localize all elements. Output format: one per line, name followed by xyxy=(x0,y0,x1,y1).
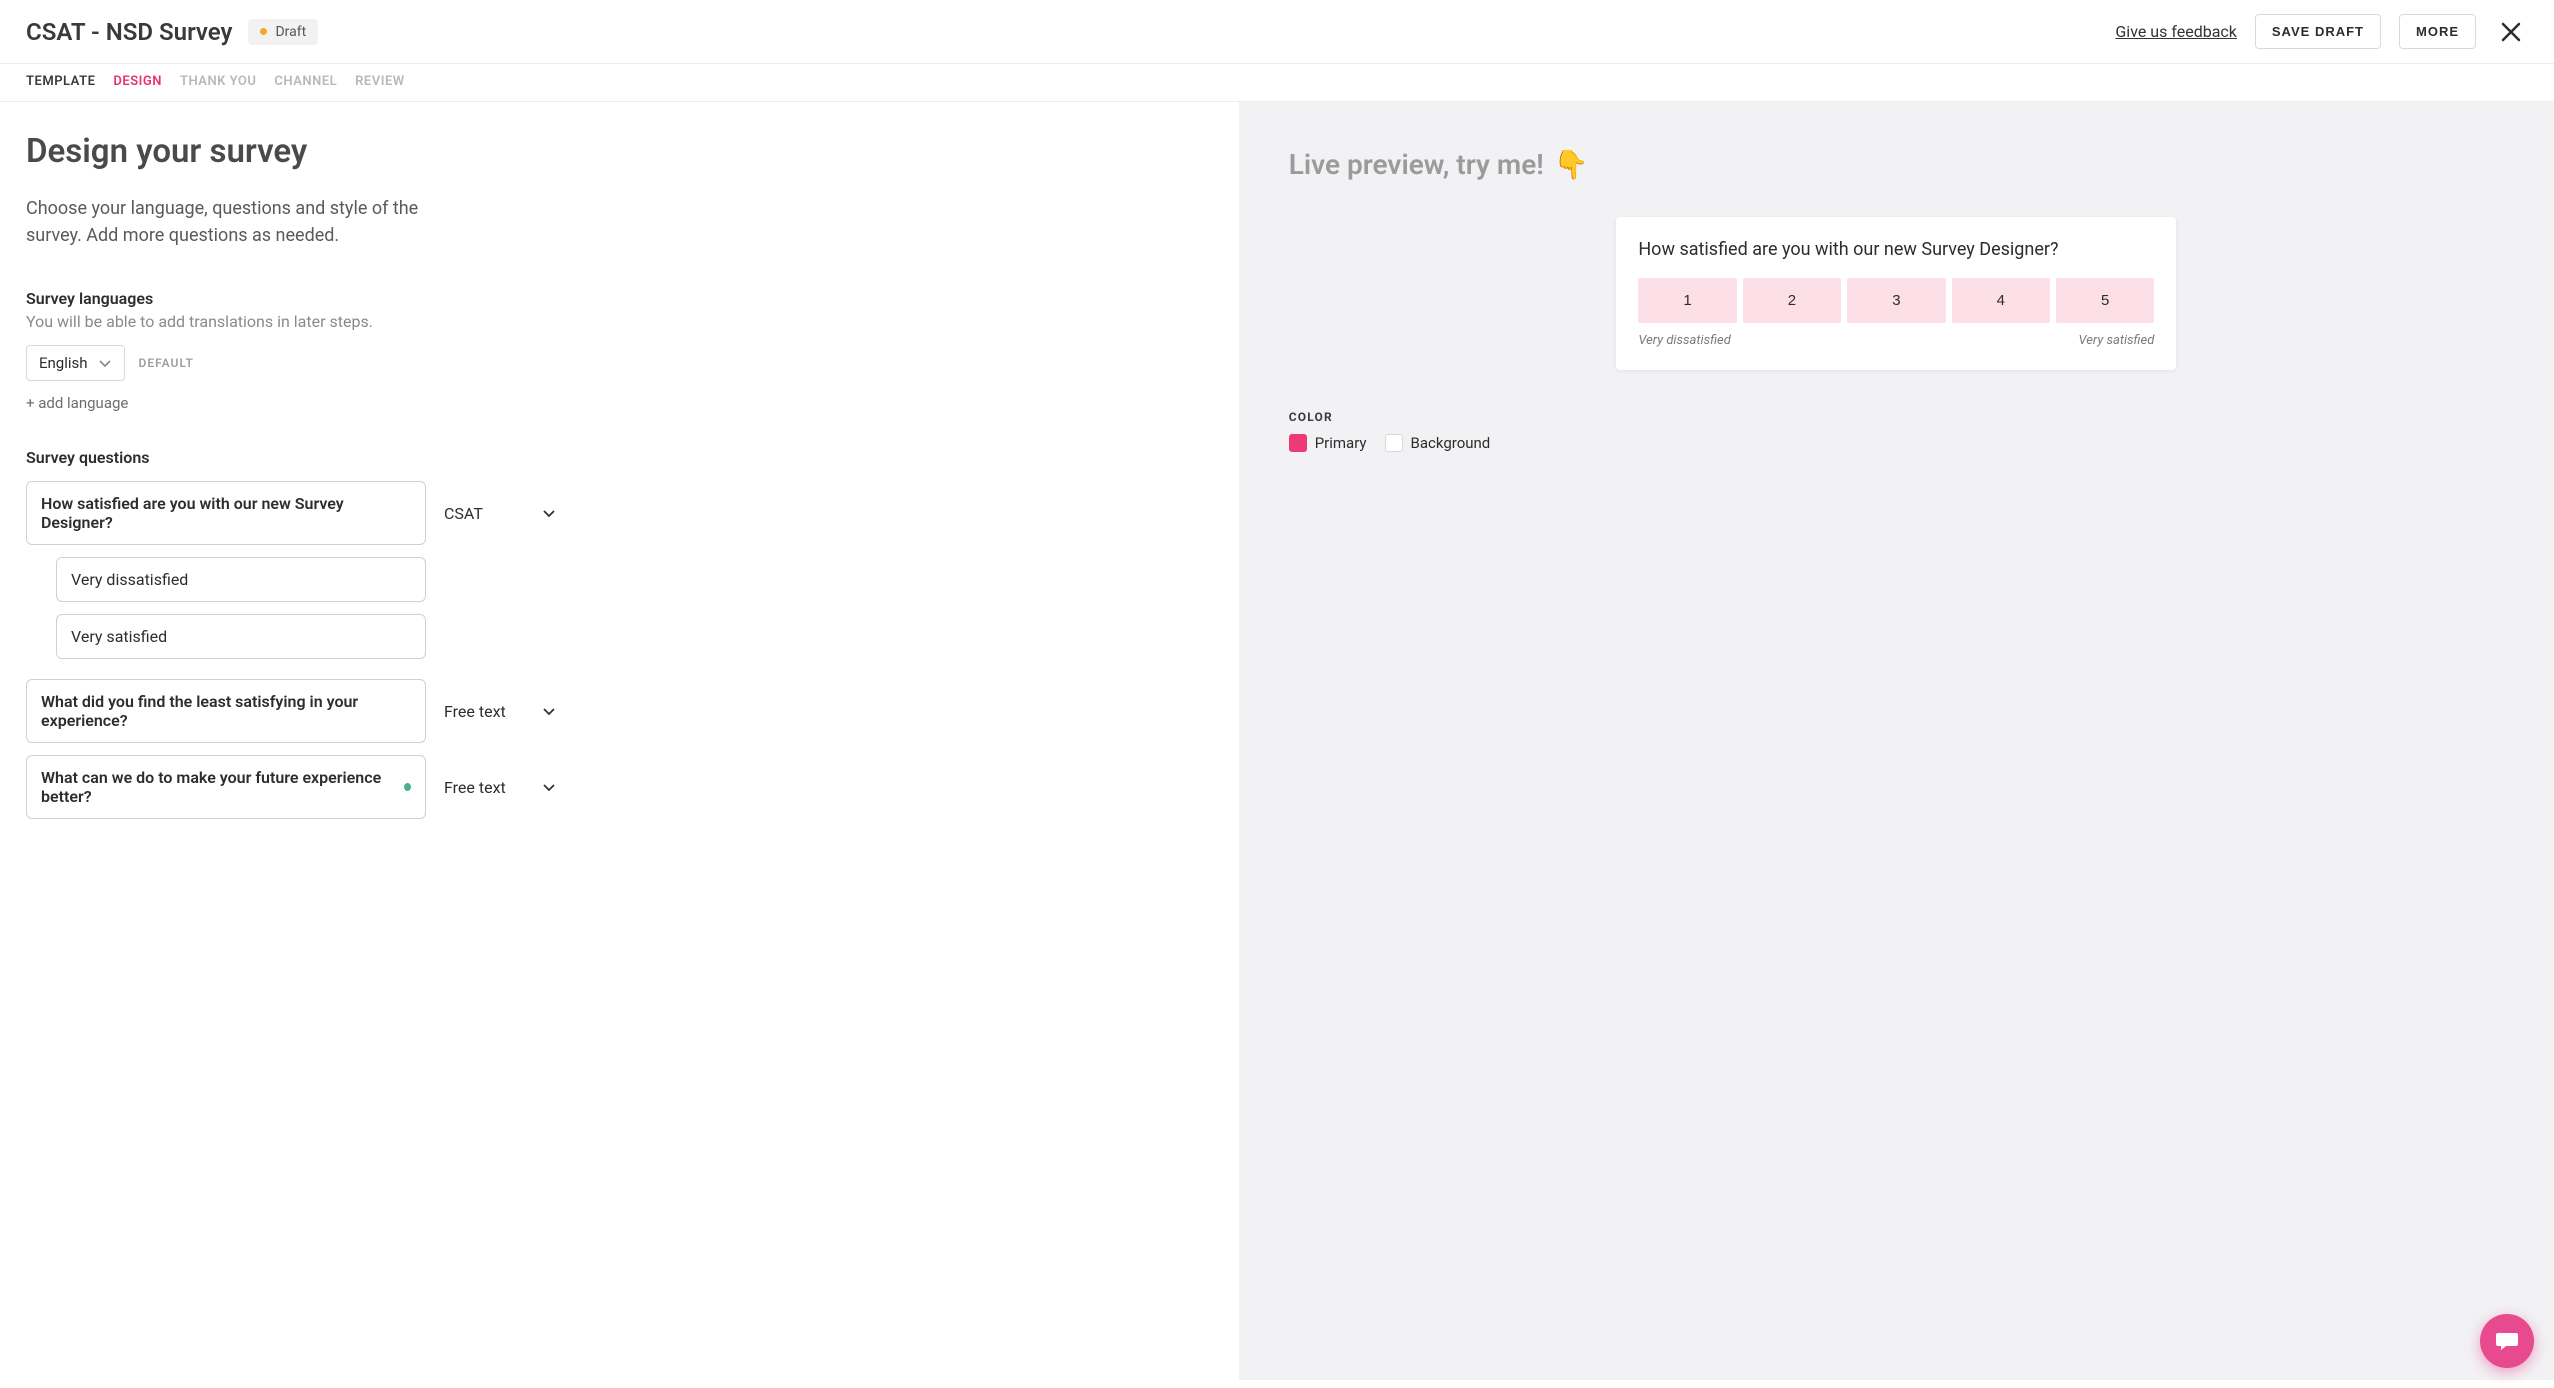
color-background-label: Background xyxy=(1411,434,1491,452)
survey-title: CSAT - NSD Survey xyxy=(26,18,232,46)
default-tag: DEFAULT xyxy=(139,356,194,370)
swatch-primary-icon xyxy=(1289,434,1307,452)
tab-channel[interactable]: CHANNEL xyxy=(274,74,337,89)
question-type-3: Free text xyxy=(444,778,506,797)
language-selected: English xyxy=(39,354,88,372)
question-type-1: CSAT xyxy=(444,504,483,523)
header-bar: CSAT - NSD Survey Draft Give us feedback… xyxy=(0,0,2554,64)
rating-labels: Very dissatisfied Very satisfied xyxy=(1638,333,2154,348)
chat-fab[interactable] xyxy=(2480,1314,2534,1368)
color-heading: COLOR xyxy=(1289,410,1491,424)
page-title: Design your survey xyxy=(26,132,1189,171)
tabs-bar: TEMPLATE DESIGN THANK YOU CHANNEL REVIEW xyxy=(0,64,2554,102)
question-input-2[interactable]: What did you find the least satisfying i… xyxy=(26,679,426,743)
header-right: Give us feedback SAVE DRAFT MORE xyxy=(2115,14,2528,49)
page-description: Choose your language, questions and styl… xyxy=(26,195,446,249)
questions-label: Survey questions xyxy=(26,448,1189,467)
color-background[interactable]: Background xyxy=(1385,434,1491,452)
point-down-icon: 👇 xyxy=(1554,148,1589,181)
swatch-background-icon xyxy=(1385,434,1403,452)
tab-thank-you[interactable]: THANK YOU xyxy=(180,74,256,89)
rating-label-high: Very satisfied xyxy=(2079,333,2155,348)
question-text-3: What can we do to make your future exper… xyxy=(41,768,398,806)
question-type-2: Free text xyxy=(444,702,506,721)
question-row-1: How satisfied are you with our new Surve… xyxy=(26,481,1189,545)
active-dot-icon xyxy=(404,783,411,791)
rating-button-1[interactable]: 1 xyxy=(1638,278,1736,323)
languages-label: Survey languages xyxy=(26,289,1189,308)
language-row: English DEFAULT xyxy=(26,345,1189,381)
scale-high-row: Very satisfied xyxy=(56,614,1189,659)
close-button[interactable] xyxy=(2494,15,2528,49)
scale-low-row: Very dissatisfied xyxy=(56,557,1189,602)
scale-high-input[interactable]: Very satisfied xyxy=(56,614,426,659)
chat-icon xyxy=(2494,1328,2520,1354)
preview-title-text: Live preview, try me! xyxy=(1289,148,1544,181)
question-text-2: What did you find the least satisfying i… xyxy=(41,692,358,730)
feedback-link[interactable]: Give us feedback xyxy=(2115,22,2236,41)
rating-button-2[interactable]: 2 xyxy=(1743,278,1841,323)
chevron-down-icon xyxy=(542,506,556,520)
design-panel: Design your survey Choose your language,… xyxy=(0,102,1239,1380)
tab-review[interactable]: REVIEW xyxy=(355,74,405,89)
rating-label-low: Very dissatisfied xyxy=(1638,333,1731,348)
close-icon xyxy=(2500,21,2522,43)
scale-low-input[interactable]: Very dissatisfied xyxy=(56,557,426,602)
question-type-select-3[interactable]: Free text xyxy=(440,770,560,805)
main-area: Design your survey Choose your language,… xyxy=(0,102,2554,1380)
color-primary-label: Primary xyxy=(1315,434,1367,452)
rating-row: 1 2 3 4 5 xyxy=(1638,278,2154,323)
question-input-3[interactable]: What can we do to make your future exper… xyxy=(26,755,426,819)
preview-title: Live preview, try me! 👇 xyxy=(1289,148,1589,181)
language-select[interactable]: English xyxy=(26,345,125,381)
chevron-down-icon xyxy=(542,704,556,718)
rating-button-5[interactable]: 5 xyxy=(2056,278,2154,323)
more-button[interactable]: MORE xyxy=(2399,14,2476,49)
preview-question: How satisfied are you with our new Surve… xyxy=(1638,239,2154,260)
color-primary[interactable]: Primary xyxy=(1289,434,1367,452)
header-left: CSAT - NSD Survey Draft xyxy=(26,18,318,46)
status-badge: Draft xyxy=(248,19,318,45)
preview-card: How satisfied are you with our new Surve… xyxy=(1616,217,2176,370)
chevron-down-icon xyxy=(542,780,556,794)
color-row: Primary Background xyxy=(1289,434,1491,452)
status-dot-icon xyxy=(260,28,267,35)
question-type-select-2[interactable]: Free text xyxy=(440,694,560,729)
languages-hint: You will be able to add translations in … xyxy=(26,312,1189,331)
add-language-link[interactable]: + add language xyxy=(26,394,128,412)
color-section: COLOR Primary Background xyxy=(1289,410,1491,452)
question-row-2: What did you find the least satisfying i… xyxy=(26,679,1189,743)
rating-button-3[interactable]: 3 xyxy=(1847,278,1945,323)
save-draft-button[interactable]: SAVE DRAFT xyxy=(2255,14,2381,49)
question-input-1[interactable]: How satisfied are you with our new Surve… xyxy=(26,481,426,545)
tab-design[interactable]: DESIGN xyxy=(113,74,162,89)
scale-high-text: Very satisfied xyxy=(71,627,167,646)
question-text-1: How satisfied are you with our new Surve… xyxy=(41,494,344,532)
rating-button-4[interactable]: 4 xyxy=(1952,278,2050,323)
status-text: Draft xyxy=(275,24,306,40)
scale-low-text: Very dissatisfied xyxy=(71,570,188,589)
preview-panel: Live preview, try me! 👇 How satisfied ar… xyxy=(1239,102,2554,1380)
question-type-select-1[interactable]: CSAT xyxy=(440,496,560,531)
chevron-down-icon xyxy=(98,356,112,370)
tab-template[interactable]: TEMPLATE xyxy=(26,74,95,89)
question-row-3: What can we do to make your future exper… xyxy=(26,755,1189,819)
